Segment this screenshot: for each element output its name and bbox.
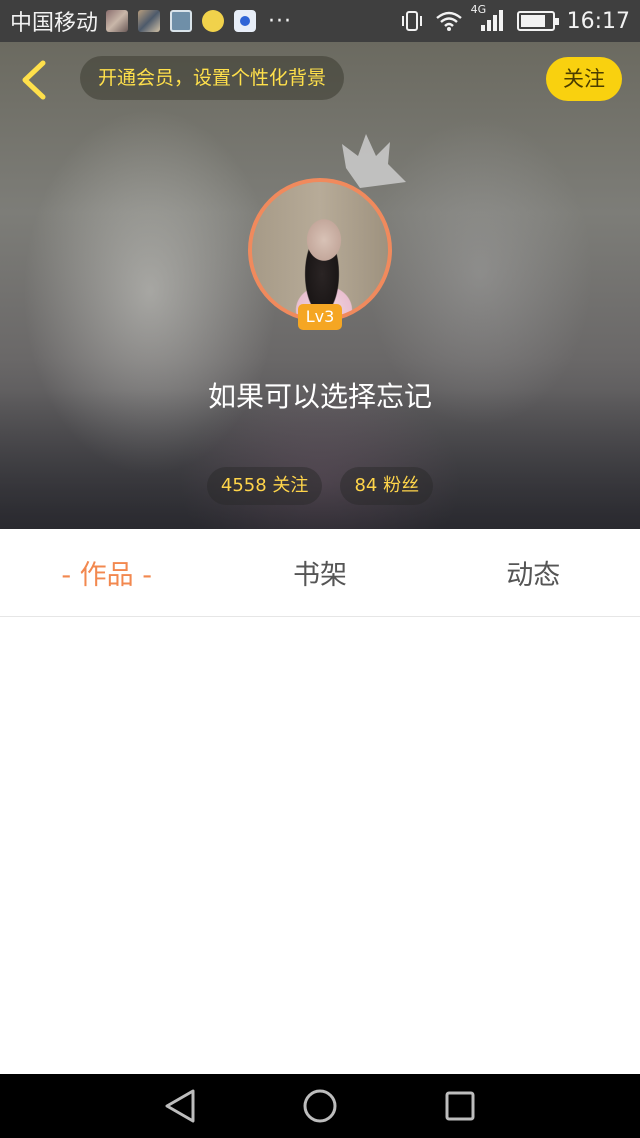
photo-notification-icon-2	[138, 10, 161, 32]
clock: 16:17	[566, 8, 630, 34]
following-count[interactable]: 4558 关注	[206, 467, 323, 505]
system-nav-bar	[0, 1074, 640, 1138]
chat-notification-icon	[202, 10, 225, 32]
chevron-left-icon	[22, 60, 46, 100]
vip-background-banner[interactable]: 开通会员，设置个性化背景	[80, 56, 345, 100]
nav-recents-button[interactable]	[430, 1076, 490, 1136]
status-bar: 中国移动 ··· 4G 16:17	[0, 0, 640, 42]
avatar-image	[248, 178, 392, 322]
gallery-notification-icon	[170, 10, 193, 32]
more-notifications-icon: ···	[268, 8, 292, 34]
vibrate-icon	[401, 11, 422, 31]
level-badge: Lv3	[298, 304, 342, 330]
status-right: 4G 16:17	[401, 3, 630, 34]
baidu-notification-icon	[234, 10, 257, 32]
profile-screen: 中国移动 ··· 4G 16:17 开通会员，设置个性化背景 关注 Lv3 如果…	[0, 0, 640, 1138]
battery-icon	[516, 11, 559, 31]
stats-row: 4558 关注 84 粉丝	[0, 467, 640, 505]
tab-content	[0, 618, 640, 1074]
tab-bookshelf[interactable]: 书架	[213, 529, 426, 616]
tab-activity[interactable]: 动态	[427, 529, 640, 616]
signal-icon: 4G	[471, 3, 505, 33]
nav-home-button[interactable]	[290, 1076, 350, 1136]
avatar[interactable]: Lv3	[248, 178, 392, 330]
photo-notification-icon	[106, 10, 129, 32]
follow-button[interactable]: 关注	[546, 57, 622, 101]
tab-works[interactable]: - 作品 -	[0, 529, 213, 616]
square-recents-icon	[445, 1091, 475, 1121]
triangle-back-icon	[165, 1089, 195, 1123]
carrier-label: 中国移动	[10, 11, 99, 36]
nav-back-button[interactable]	[150, 1076, 210, 1136]
wifi-icon	[435, 11, 462, 31]
profile-tabs: - 作品 - 书架 动态	[0, 529, 640, 617]
nickname: 如果可以选择忘记	[207, 380, 432, 413]
followers-count[interactable]: 84 粉丝	[340, 467, 434, 505]
circle-home-icon	[303, 1089, 337, 1123]
profile-header: 开通会员，设置个性化背景 关注 Lv3 如果可以选择忘记 4558 关注 84 …	[0, 42, 640, 529]
back-button[interactable]	[12, 54, 56, 106]
